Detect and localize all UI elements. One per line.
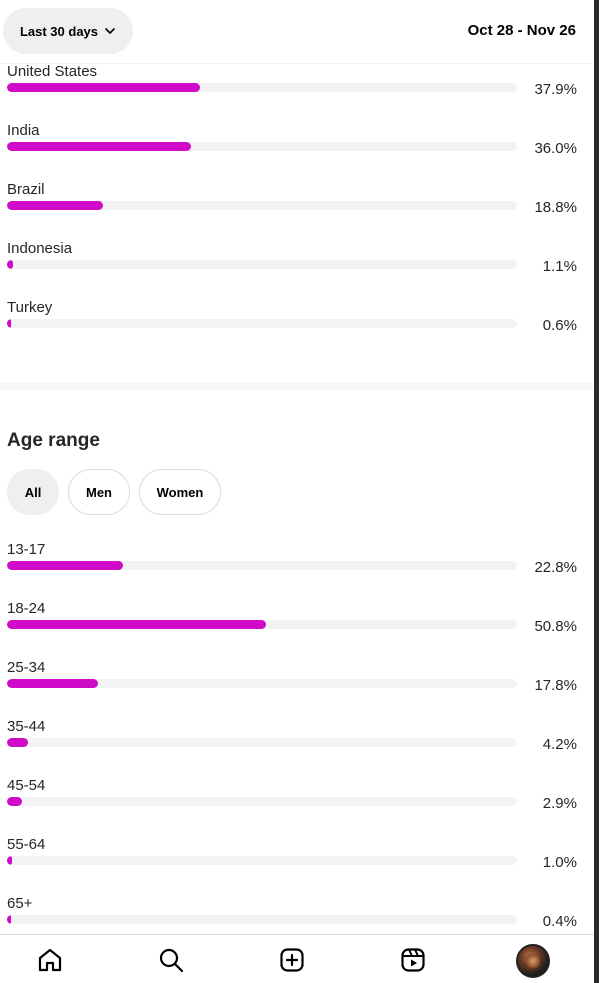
percentage-value: 1.1% — [542, 258, 577, 275]
chevron-down-icon — [105, 28, 115, 34]
percentage-value: 0.4% — [542, 913, 577, 930]
percentage-bar-track — [7, 620, 517, 629]
percentage-bar-fill — [7, 260, 13, 269]
percentage-value: 4.2% — [542, 736, 577, 753]
search-icon — [159, 948, 184, 973]
list-item: United States 37.9% — [7, 63, 582, 122]
nav-search[interactable] — [156, 945, 186, 975]
percentage-bar-track — [7, 797, 517, 806]
date-range-dropdown[interactable]: Last 30 days — [3, 8, 133, 54]
percentage-value: 17.8% — [534, 677, 577, 694]
percentage-bar-fill — [7, 201, 103, 210]
filter-chip-label: Women — [156, 484, 204, 500]
section-divider — [0, 383, 594, 390]
percentage-bar-fill — [7, 679, 98, 688]
percentage-bar-track — [7, 83, 517, 92]
percentage-value: 1.0% — [542, 854, 577, 871]
row-label: 18-24 — [7, 600, 46, 617]
row-label: 13-17 — [7, 541, 46, 558]
percentage-value: 2.9% — [542, 795, 577, 812]
percentage-bar-track — [7, 142, 517, 151]
home-icon — [38, 948, 62, 972]
nav-reels[interactable] — [398, 945, 428, 975]
nav-home[interactable] — [35, 945, 65, 975]
row-label: India — [7, 122, 40, 139]
percentage-bar-fill — [7, 319, 11, 328]
filter-chip-label: All — [24, 484, 42, 500]
profile-avatar[interactable] — [516, 944, 550, 978]
percentage-bar-fill — [7, 142, 191, 151]
row-label: Turkey — [7, 299, 53, 316]
row-label: 35-44 — [7, 718, 46, 735]
percentage-bar-track — [7, 738, 517, 747]
list-item: 35-44 4.2% — [7, 718, 582, 777]
row-label: Brazil — [7, 181, 45, 198]
percentage-bar-track — [7, 856, 517, 865]
percentage-bar-track — [7, 915, 517, 924]
bottom-nav-bar — [0, 934, 594, 983]
percentage-bar-fill — [7, 738, 29, 747]
percentage-bar-fill — [7, 915, 11, 924]
percentage-bar-fill — [7, 797, 22, 806]
percentage-bar-track — [7, 561, 517, 570]
percentage-value: 18.8% — [534, 199, 577, 216]
list-item: 55-64 1.0% — [7, 836, 582, 895]
percentage-bar-fill — [7, 620, 267, 629]
list-item: 45-54 2.9% — [7, 777, 582, 836]
percentage-value: 50.8% — [534, 618, 577, 635]
percentage-bar-track — [7, 319, 517, 328]
percentage-value: 36.0% — [534, 140, 577, 157]
row-label: United States — [7, 63, 98, 80]
list-item: 18-24 50.8% — [7, 600, 582, 659]
percentage-bar-fill — [7, 83, 201, 92]
date-range-dropdown-label: Last 30 days — [19, 23, 99, 39]
percentage-bar-track — [7, 679, 517, 688]
insights-header: Last 30 days Oct 28 - Nov 26 — [0, 0, 594, 64]
nav-create[interactable] — [277, 945, 307, 975]
list-item: 25-34 17.8% — [7, 659, 582, 718]
list-item: Indonesia 1.1% — [7, 240, 582, 299]
list-item: Turkey 0.6% — [7, 299, 582, 358]
row-label: Indonesia — [7, 240, 73, 257]
filter-chip-all[interactable]: All — [7, 469, 59, 515]
filter-chip-men[interactable]: Men — [68, 469, 130, 515]
list-item: India 36.0% — [7, 122, 582, 181]
section-title-age-range: Age range — [7, 430, 100, 451]
row-label: 55-64 — [7, 836, 46, 853]
row-label: 65+ — [7, 895, 33, 912]
percentage-bar-track — [7, 201, 517, 210]
window-edge — [594, 0, 599, 983]
reels-icon — [401, 948, 425, 972]
date-range-text: Oct 28 - Nov 26 — [467, 22, 576, 39]
percentage-bar-track — [7, 260, 517, 269]
percentage-value: 37.9% — [534, 81, 577, 98]
create-icon — [280, 948, 304, 972]
percentage-value: 0.6% — [542, 317, 577, 334]
list-item: 13-17 22.8% — [7, 541, 582, 600]
row-label: 45-54 — [7, 777, 46, 794]
filter-chip-women[interactable]: Women — [139, 469, 221, 515]
row-label: 25-34 — [7, 659, 46, 676]
list-item: Brazil 18.8% — [7, 181, 582, 240]
percentage-bar-fill — [7, 856, 13, 865]
filter-chip-label: Men — [86, 484, 112, 500]
percentage-value: 22.8% — [534, 559, 577, 576]
percentage-bar-fill — [7, 561, 124, 570]
